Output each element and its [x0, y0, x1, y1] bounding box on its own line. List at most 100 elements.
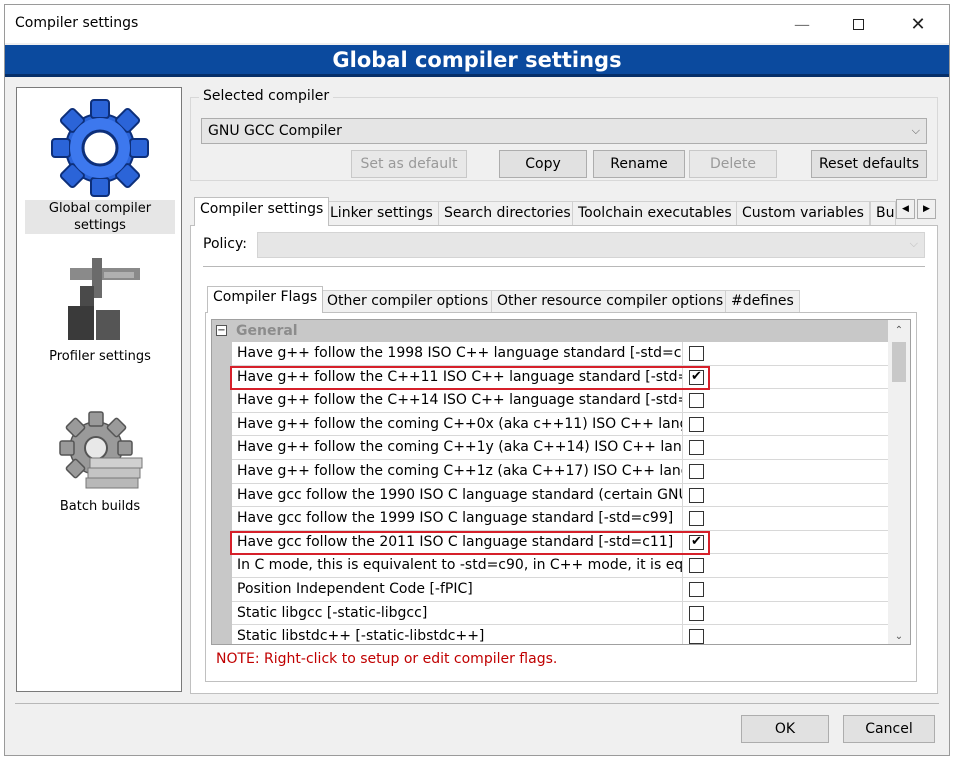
flag-row[interactable]: In C mode, this is equivalent to -std=c9…: [232, 554, 888, 578]
chevron-down-icon: ⌵: [909, 237, 918, 250]
flag-label: Have g++ follow the coming C++1z (aka C+…: [237, 462, 682, 479]
minimize-icon: —: [794, 14, 810, 34]
rename-button[interactable]: Rename: [593, 150, 685, 178]
tab-compiler-flags[interactable]: Compiler Flags: [207, 286, 324, 313]
column-separator: [682, 389, 683, 412]
flag-row[interactable]: Have g++ follow the 1998 ISO C++ languag…: [232, 342, 888, 366]
tab-custom-variables[interactable]: Custom variables: [736, 201, 870, 225]
scroll-down-icon[interactable]: ⌄: [888, 626, 910, 644]
tab-toolchain-executables[interactable]: Toolchain executables: [572, 201, 738, 225]
category-row-general[interactable]: − General: [212, 320, 888, 342]
column-separator: [682, 342, 683, 365]
sidebar-item-global-compiler[interactable]: Global compiler settings: [25, 96, 175, 234]
page-header: Global compiler settings: [5, 45, 949, 77]
tab-other-compiler-options[interactable]: Other compiler options: [321, 290, 495, 312]
flag-label: Static libgcc [-static-libgcc]: [237, 604, 428, 621]
maximize-button[interactable]: [835, 5, 881, 43]
minimize-button[interactable]: —: [779, 5, 825, 43]
sidebar-item-label: Batch builds: [59, 499, 141, 514]
tab-scroll-right-button[interactable]: ▶: [917, 199, 936, 219]
close-icon: ✕: [910, 13, 926, 35]
cancel-button[interactable]: Cancel: [843, 715, 935, 743]
compiler-settings-dialog: Compiler settings — ✕ Global compiler se…: [4, 4, 950, 756]
delete-button[interactable]: Delete: [689, 150, 777, 178]
tab-other-resource-compiler-options[interactable]: Other resource compiler options: [491, 290, 730, 312]
tab-compiler-settings[interactable]: Compiler settings: [194, 197, 330, 226]
flag-label: Position Independent Code [-fPIC]: [237, 580, 473, 597]
compiler-options-tabs: Compiler Flags Other compiler options Ot…: [205, 286, 925, 686]
grid-gutter: [212, 320, 232, 644]
flag-checkbox[interactable]: [689, 487, 704, 503]
vertical-scrollbar[interactable]: ⌃ ⌄: [888, 320, 910, 644]
highlight-cxx11-flag: [230, 366, 710, 390]
flag-row[interactable]: Static libgcc [-static-libgcc]: [232, 601, 888, 626]
close-button[interactable]: ✕: [895, 5, 941, 43]
scroll-thumb[interactable]: [892, 342, 906, 382]
collapse-icon[interactable]: −: [216, 325, 227, 336]
selected-compiler-group: Selected compiler GNU GCC Compiler ⌵ Set…: [190, 88, 938, 181]
flag-row[interactable]: Have g++ follow the coming C++1z (aka C+…: [232, 459, 888, 484]
gear-icon: [25, 96, 175, 200]
flag-checkbox[interactable]: [689, 416, 704, 432]
reset-defaults-button[interactable]: Reset defaults: [811, 150, 927, 178]
flag-checkbox[interactable]: [689, 558, 704, 574]
flag-row[interactable]: Have gcc follow the 1999 ISO C language …: [232, 507, 888, 531]
tab-defines[interactable]: #defines: [725, 290, 800, 312]
column-separator: [682, 436, 683, 459]
flag-row[interactable]: Have g++ follow the C++14 ISO C++ langua…: [232, 389, 888, 413]
flag-label: Have gcc follow the 1999 ISO C language …: [237, 510, 674, 527]
highlight-c11-flag: [230, 531, 710, 555]
chevron-down-icon: ⌵: [911, 124, 920, 137]
column-separator: [682, 625, 683, 644]
ok-button[interactable]: OK: [741, 715, 829, 743]
tab-linker-settings[interactable]: Linker settings: [324, 201, 439, 225]
maximize-icon: [852, 18, 864, 30]
compiler-flags-note: NOTE: Right-click to setup or edit compi…: [216, 651, 558, 667]
flag-label: Have g++ follow the C++14 ISO C++ langua…: [237, 392, 682, 409]
set-as-default-button[interactable]: Set as default: [351, 150, 467, 178]
column-separator: [682, 459, 683, 483]
sidebar-item-profiler[interactable]: Profiler settings: [25, 248, 175, 365]
sidebar-item-batch-builds[interactable]: Batch builds: [25, 408, 175, 515]
column-separator: [682, 483, 683, 507]
compiler-flags-panel: − General Have g++ follow the 1998 ISO C…: [205, 312, 917, 682]
flag-label: Have g++ follow the coming C++1y (aka C+…: [237, 439, 682, 456]
copy-button[interactable]: Copy: [499, 150, 587, 178]
settings-main-area: Selected compiler GNU GCC Compiler ⌵ Set…: [188, 87, 940, 694]
policy-select[interactable]: ⌵: [257, 232, 925, 258]
flag-checkbox[interactable]: [689, 393, 704, 409]
column-separator: [682, 507, 683, 530]
flag-row[interactable]: Have g++ follow the coming C++1y (aka C+…: [232, 436, 888, 460]
footer-divider: [15, 703, 939, 704]
policy-label: Policy:: [203, 236, 247, 252]
chevron-left-icon: ◀: [902, 204, 909, 214]
settings-tabs: Compiler settings Linker settings Search…: [190, 197, 938, 694]
flag-checkbox[interactable]: [689, 581, 704, 597]
inner-tab-strip: Compiler Flags Other compiler options Ot…: [205, 286, 925, 313]
flag-label: Have gcc follow the 1990 ISO C language …: [237, 486, 682, 503]
chevron-right-icon: ▶: [923, 204, 930, 214]
flag-label: In C mode, this is equivalent to -std=c9…: [237, 557, 682, 574]
tab-scroll-left-button[interactable]: ◀: [896, 199, 915, 219]
settings-category-list: Global compiler settings Profiler settin…: [16, 87, 182, 692]
column-separator: [682, 412, 683, 436]
flag-row[interactable]: Have g++ follow the coming C++0x (aka c+…: [232, 412, 888, 437]
column-separator: [682, 577, 683, 601]
flag-checkbox[interactable]: [689, 629, 704, 644]
flag-row[interactable]: Have gcc follow the 1990 ISO C language …: [232, 483, 888, 508]
flag-row[interactable]: Position Independent Code [-fPIC]: [232, 577, 888, 602]
flag-label: Static libstdc++ [-static-libstdc++]: [237, 628, 485, 645]
tab-strip: Compiler settings Linker settings Search…: [190, 197, 938, 226]
compiler-settings-panel: Policy: ⌵ Compiler Flags Other compiler …: [190, 225, 938, 694]
flag-row[interactable]: Static libstdc++ [-static-libstdc++]: [232, 625, 888, 645]
scroll-up-icon[interactable]: ⌃: [888, 320, 910, 340]
sidebar-item-label: Global compiler settings: [25, 200, 175, 234]
tab-search-directories[interactable]: Search directories: [438, 201, 577, 225]
flag-checkbox[interactable]: [689, 463, 704, 479]
flag-checkbox[interactable]: [689, 605, 704, 621]
flag-checkbox[interactable]: [689, 346, 704, 361]
compiler-select[interactable]: GNU GCC Compiler ⌵: [201, 118, 927, 144]
tab-build-options[interactable]: Bui: [870, 201, 896, 225]
flag-checkbox[interactable]: [689, 440, 704, 456]
flag-checkbox[interactable]: [689, 511, 704, 527]
